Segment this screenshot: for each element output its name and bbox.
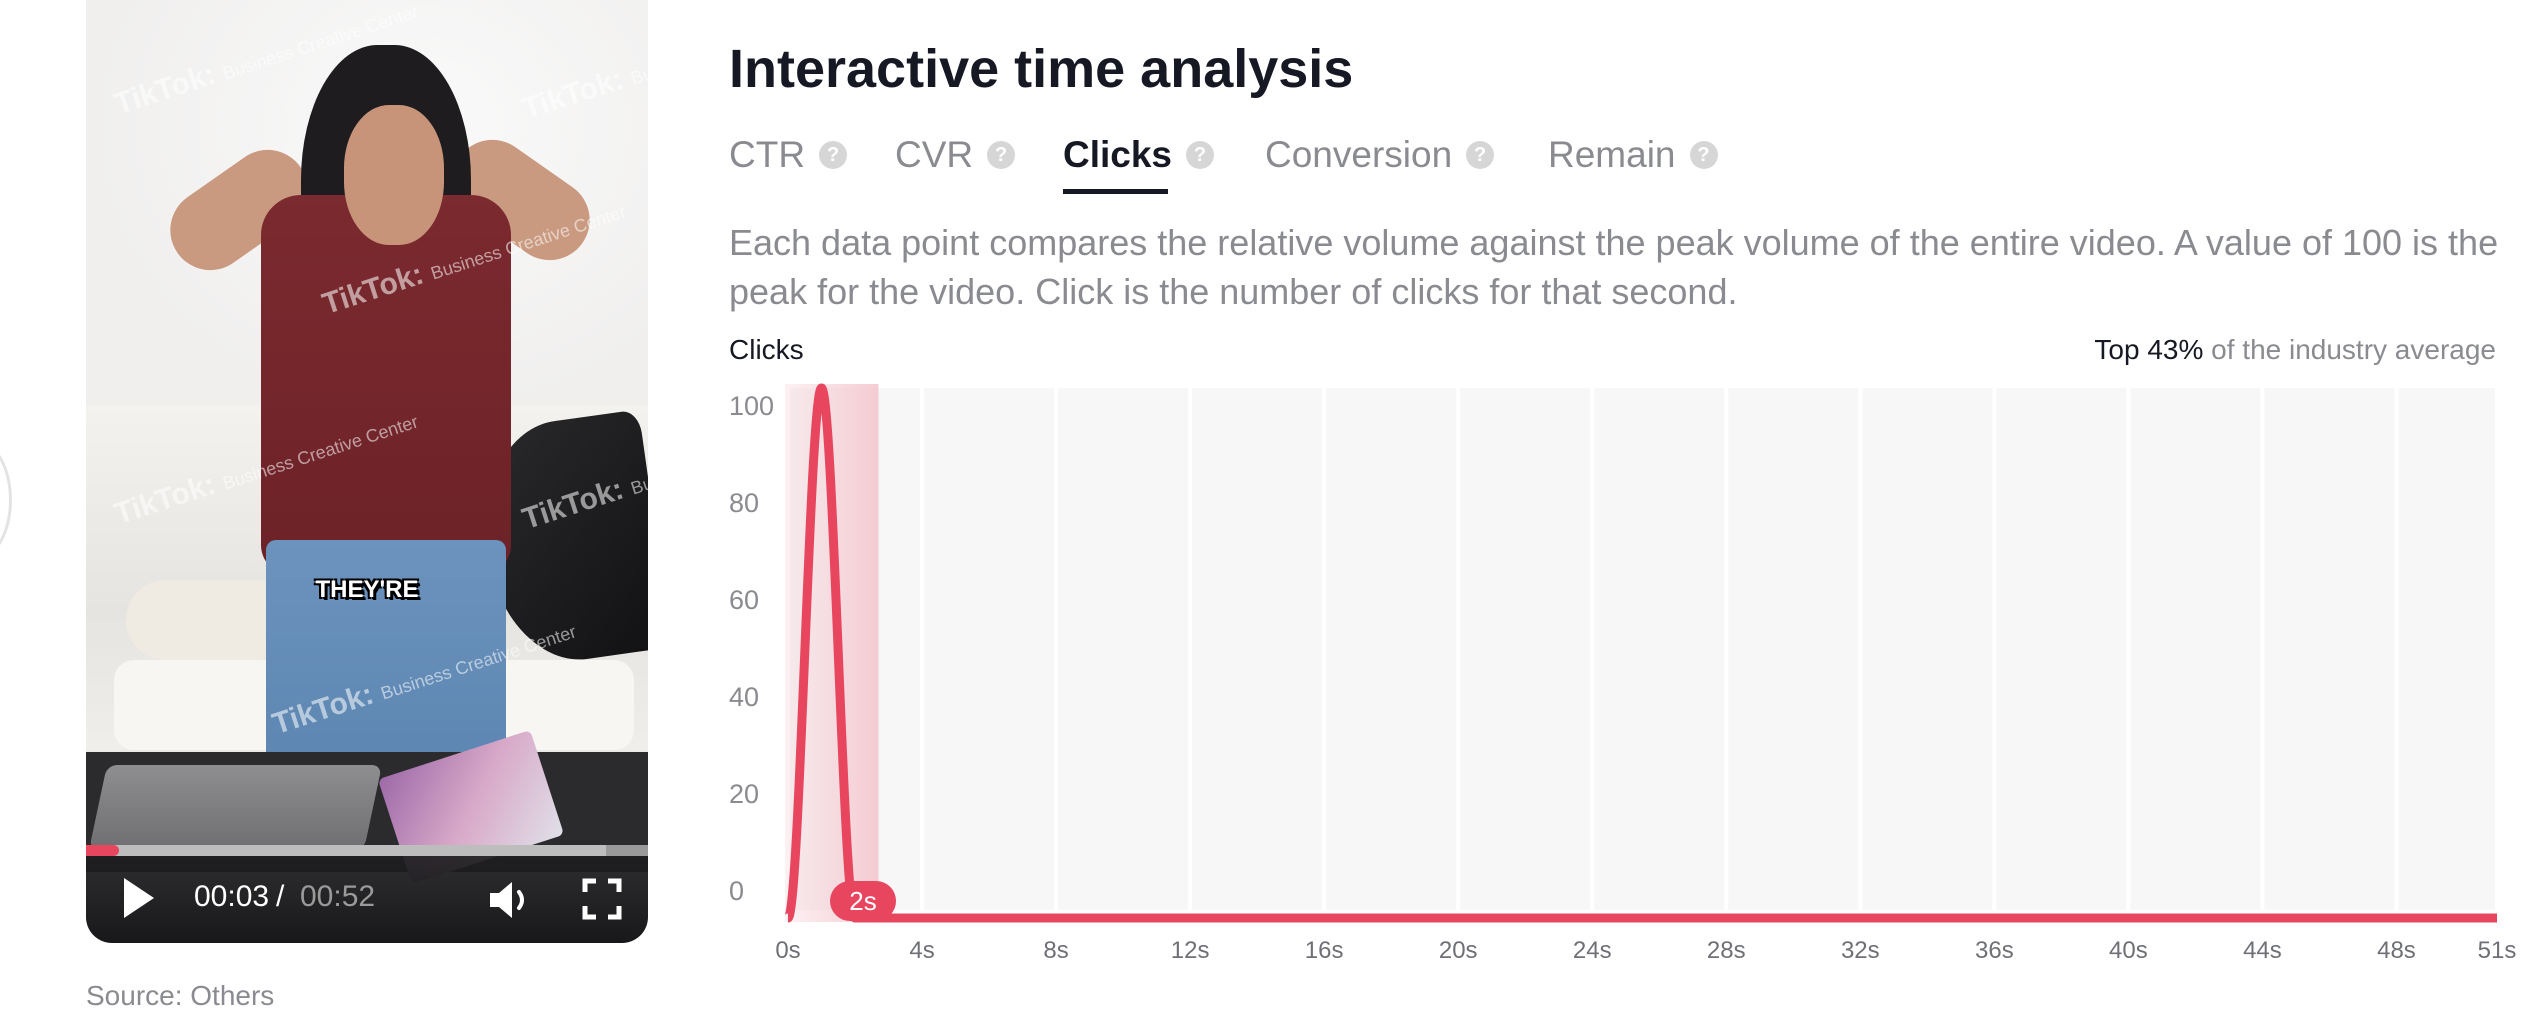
x-tick-label: 48s: [2377, 937, 2416, 964]
x-tick-label: 24s: [1573, 937, 1612, 964]
x-tick-label: 16s: [1305, 937, 1344, 964]
x-tick-label: 12s: [1171, 937, 1210, 964]
x-tick-label: 36s: [1975, 937, 2014, 964]
grid-column: [2130, 388, 2261, 910]
clicks-chart[interactable]: 0 20 40 60 80 100 0s 4s 8s 12s 16s 20s 24s 28s 32s 36s…: [0, 0, 2524, 1012]
x-tick-label: 28s: [1707, 937, 1746, 964]
x-tick-label: 0s: [775, 937, 800, 964]
grid-column: [1326, 388, 1457, 910]
y-tick-label: 80: [729, 488, 759, 518]
grid-column: [2398, 388, 2495, 910]
grid-column: [1862, 388, 1993, 910]
x-tick-label: 4s: [909, 937, 934, 964]
y-tick-label: 20: [729, 779, 759, 809]
grid-column: [1996, 388, 2127, 910]
grid-column: [1192, 388, 1323, 910]
x-tick-label: 20s: [1439, 937, 1478, 964]
grid-column: [1058, 388, 1189, 910]
x-tick-label: 44s: [2243, 937, 2282, 964]
grid-column: [2264, 388, 2395, 910]
grid-column: [924, 388, 1055, 910]
y-tick-label: 100: [729, 391, 774, 421]
x-tick-label: 8s: [1043, 937, 1068, 964]
current-time-badge-label: 2s: [849, 886, 876, 916]
y-tick-label: 60: [729, 585, 759, 615]
x-tick-label: 32s: [1841, 937, 1880, 964]
y-tick-label: 40: [729, 682, 759, 712]
y-axis: 0 20 40 60 80 100: [729, 391, 774, 906]
x-axis: 0s 4s 8s 12s 16s 20s 24s 28s 32s 36s 40s 44s 48s 51s: [775, 937, 2516, 964]
y-tick-label: 0: [729, 876, 744, 906]
x-tick-label: 51s: [2478, 937, 2517, 964]
marker-layer: 2s: [830, 881, 897, 921]
grid-column: [1728, 388, 1859, 910]
grid-column: [1460, 388, 1591, 910]
x-tick-label: 40s: [2109, 937, 2148, 964]
grid-column: [1594, 388, 1725, 910]
grid-columns: [790, 388, 2495, 910]
